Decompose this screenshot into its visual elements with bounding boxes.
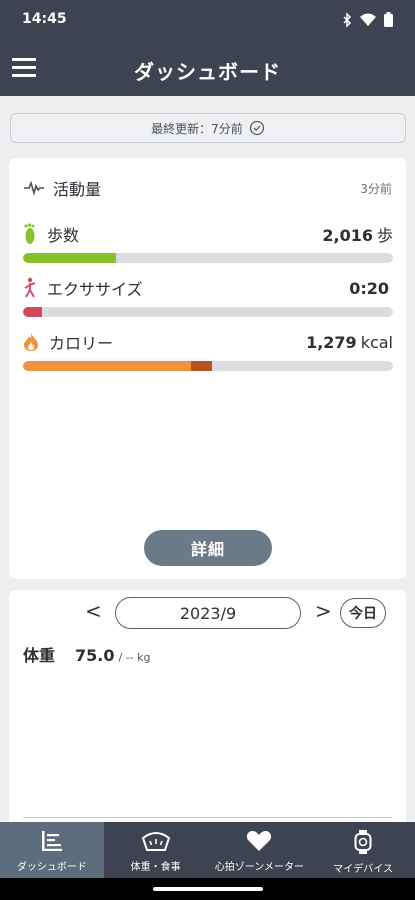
home-indicator[interactable]	[153, 887, 263, 891]
tab-weight-meal[interactable]: 体重・食事	[104, 822, 208, 878]
exercise-progress-bar	[23, 307, 393, 317]
dashboard-icon	[41, 831, 62, 851]
gesture-bar	[0, 878, 415, 900]
tab-my-device-label: マイデバイス	[333, 864, 393, 875]
steps-metric: 歩数 2,016 歩	[23, 221, 393, 263]
weight-target: / -- kg	[118, 651, 151, 664]
status-icons	[342, 12, 393, 27]
activity-wave-icon	[24, 180, 44, 196]
calorie-progress-bar	[23, 361, 393, 371]
activity-updated: 3分前	[360, 182, 392, 196]
exercise-value: 0:20	[349, 278, 389, 298]
steps-label: 歩数	[47, 226, 80, 245]
runner-icon	[24, 277, 36, 298]
calorie-value: 1,279	[306, 332, 357, 352]
tab-heart-zone[interactable]: 心拍ゾーンメーター	[208, 822, 312, 878]
activity-title: 活動量	[53, 180, 102, 199]
weight-value: 75.0	[75, 646, 115, 665]
tab-heart-zone-label: 心拍ゾーンメーター	[214, 862, 304, 873]
exercise-metric: エクササイズ 0:20	[23, 275, 393, 317]
steps-progress-fill	[23, 253, 116, 263]
weight-card: < 2023/9 > 今日 体重 75.0/ -- kg	[9, 590, 406, 822]
date-navigator: < 2023/9 > 今日	[9, 595, 406, 629]
chevron-right-icon[interactable]: >	[315, 599, 332, 623]
calorie-metric: カロリー 1,279 kcal	[23, 329, 393, 371]
watch-icon	[354, 830, 372, 854]
weight-label: 体重	[23, 646, 56, 665]
tab-weight-meal-label: 体重・食事	[130, 862, 181, 873]
last-update-text: 最終更新：7分前	[151, 121, 243, 136]
bluetooth-icon	[343, 12, 352, 27]
weight-row: 体重 75.0/ -- kg	[23, 642, 151, 666]
check-circle-icon	[249, 120, 264, 136]
detail-button[interactable]: 詳細	[144, 530, 272, 566]
flame-icon	[24, 333, 38, 351]
last-update-banner: 最終更新：7分前	[10, 113, 406, 143]
steps-value: 2,016	[322, 226, 373, 245]
tab-my-device[interactable]: マイデバイス	[311, 822, 415, 878]
bottom-navigation: ダッシュボード 体重・食事 心拍ゾーンメーター マイデバイス	[0, 822, 415, 878]
scale-icon	[141, 832, 170, 851]
exercise-progress-fill	[23, 307, 42, 317]
status-bar: 14:45	[0, 0, 415, 42]
page-title: ダッシュボード	[134, 60, 281, 84]
heart-icon	[247, 831, 272, 851]
wifi-icon	[360, 13, 376, 26]
calorie-unit: kcal	[360, 332, 393, 352]
activity-card: 活動量 3分前 歩数 2,016 歩 エクササイズ 0:20 カロリー 1,27…	[9, 158, 406, 579]
date-selector[interactable]: 2023/9	[115, 597, 301, 629]
steps-progress-bar	[23, 253, 393, 263]
calorie-label: カロリー	[49, 334, 114, 353]
today-button[interactable]: 今日	[340, 598, 386, 628]
chevron-left-icon[interactable]: <	[85, 599, 102, 623]
clock: 14:45	[22, 11, 67, 27]
activity-header: 活動量	[23, 176, 101, 200]
divider	[23, 817, 392, 818]
battery-icon	[384, 12, 393, 27]
exercise-label: エクササイズ	[47, 280, 143, 299]
steps-unit: 歩	[376, 226, 393, 245]
tab-dashboard-label: ダッシュボード	[16, 862, 87, 873]
app-bar: ダッシュボード	[0, 42, 415, 96]
footprint-icon	[24, 223, 35, 244]
calorie-progress-fill	[23, 361, 212, 371]
tab-dashboard[interactable]: ダッシュボード	[0, 822, 104, 878]
